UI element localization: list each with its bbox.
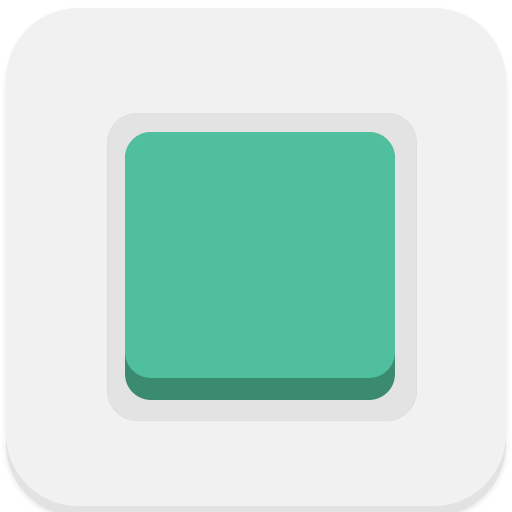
stop-square-icon <box>125 132 395 378</box>
icon-canvas <box>0 0 512 512</box>
app-icon-tile[interactable] <box>6 6 506 506</box>
